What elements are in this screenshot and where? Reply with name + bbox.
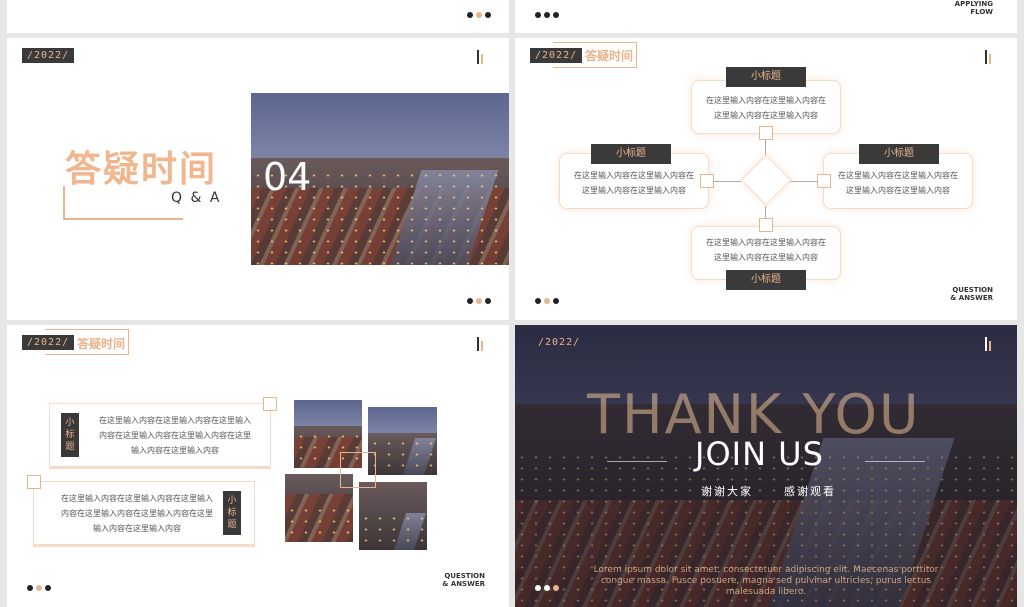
card-text: 在这里输入内容在这里输入内容在 — [706, 96, 826, 105]
dot — [467, 298, 473, 304]
dot — [553, 585, 559, 591]
dot — [36, 585, 42, 591]
dot — [535, 298, 541, 304]
brand-bars-icon — [985, 337, 991, 351]
slide-top-right[interactable]: APPLYING FLOW — [515, 0, 1017, 33]
year-tag: /2022/ — [22, 48, 75, 63]
card-text: 在这里输入内容在这里输入内容在 — [574, 171, 694, 180]
photo-4 — [359, 482, 427, 550]
dot — [553, 12, 559, 18]
subline: 谢谢大家 感谢观看 — [701, 483, 836, 499]
dot — [476, 298, 482, 304]
card-text: 这里输入内容在这里输入内容 — [714, 253, 818, 262]
title-bracket — [63, 186, 183, 220]
card-text: 这里输入内容在这里输入内容 — [714, 111, 818, 120]
dot — [476, 12, 482, 18]
dot — [27, 585, 33, 591]
dot — [544, 585, 550, 591]
slide-qa[interactable]: /2022/ 答疑时间 Q & A 04 — [7, 38, 509, 320]
corner-square — [27, 475, 41, 489]
pagination-dots — [467, 298, 491, 304]
dot — [553, 298, 559, 304]
underline-right — [865, 461, 925, 462]
slide-top-left[interactable] — [7, 0, 509, 33]
dot — [535, 585, 541, 591]
title-frame — [45, 329, 129, 355]
pagination-dots — [27, 585, 51, 591]
corner-caption: APPLYING FLOW — [954, 0, 993, 16]
dot — [467, 12, 473, 18]
qa-title: 答疑时间 — [65, 149, 218, 190]
paragraph: 在这里输入内容在这里输入内容在这里输入 内容在这里输入内容在这里输入内容在这里 输入… — [99, 416, 251, 455]
corner-caption: QUESTION & ANSWER — [950, 286, 993, 302]
brand-bars-icon — [477, 337, 483, 351]
dot — [485, 12, 491, 18]
photo-frame-line — [340, 452, 376, 488]
dot — [485, 298, 491, 304]
corner-square — [263, 397, 277, 411]
lorem-text: Lorem ipsum dolor sit amet, consectetuer… — [593, 565, 939, 597]
subline-right: 感谢观看 — [784, 485, 836, 498]
vertical-label: 小标题 — [223, 491, 241, 535]
connector-line — [713, 181, 741, 182]
underline-left — [607, 461, 667, 462]
connector-square — [759, 218, 773, 232]
label-top: 小标题 — [726, 67, 806, 87]
year-tag: /2022/ — [538, 337, 581, 348]
pagination-dots — [535, 12, 559, 18]
slide-photos[interactable]: /2022/ 答疑时间 小标题 在这里输入内容在这里输入内容在这里输入 内容在这里… — [7, 325, 509, 607]
connector-line — [791, 181, 819, 182]
dot — [544, 298, 550, 304]
brand-bars-icon — [477, 50, 483, 64]
pagination-dots — [535, 298, 559, 304]
corner-caption: QUESTION & ANSWER — [442, 572, 485, 588]
label-left: 小标题 — [591, 144, 671, 164]
connector-square — [700, 174, 714, 188]
card-text: 在这里输入内容在这里输入内容在 — [838, 171, 958, 180]
center-diamond — [740, 154, 792, 206]
vertical-label: 小标题 — [61, 413, 79, 457]
subline-left: 谢谢大家 — [701, 485, 753, 498]
card-text: 这里输入内容在这里输入内容 — [582, 186, 686, 195]
dot — [535, 12, 541, 18]
headline: JOIN US — [695, 435, 824, 473]
label-right: 小标题 — [859, 144, 939, 164]
label-bottom: 小标题 — [726, 270, 806, 290]
slide-diagram[interactable]: /2022/ 答疑时间 在这里输入内容在这里输入内容在 这里输入内容在这里输入内… — [515, 38, 1017, 320]
slide-thanks[interactable]: /2022/ THANK YOU JOIN US 谢谢大家 感谢观看 Lorem… — [515, 325, 1017, 607]
photo-2 — [368, 407, 437, 475]
card-text: 这里输入内容在这里输入内容 — [846, 186, 950, 195]
title-frame — [553, 42, 637, 68]
connector-square — [817, 174, 831, 188]
dot — [45, 585, 51, 591]
pagination-dots — [467, 12, 491, 18]
paragraph: 在这里输入内容在这里输入内容在这里输入 内容在这里输入内容在这里输入内容在这里 输入… — [61, 494, 213, 533]
connector-square — [759, 126, 773, 140]
pagination-dots — [535, 585, 559, 591]
dot — [544, 12, 550, 18]
brand-bars-icon — [985, 50, 991, 64]
section-number: 04 — [263, 155, 312, 199]
card-text: 在这里输入内容在这里输入内容在 — [706, 238, 826, 247]
city-photo: 04 — [251, 93, 509, 265]
